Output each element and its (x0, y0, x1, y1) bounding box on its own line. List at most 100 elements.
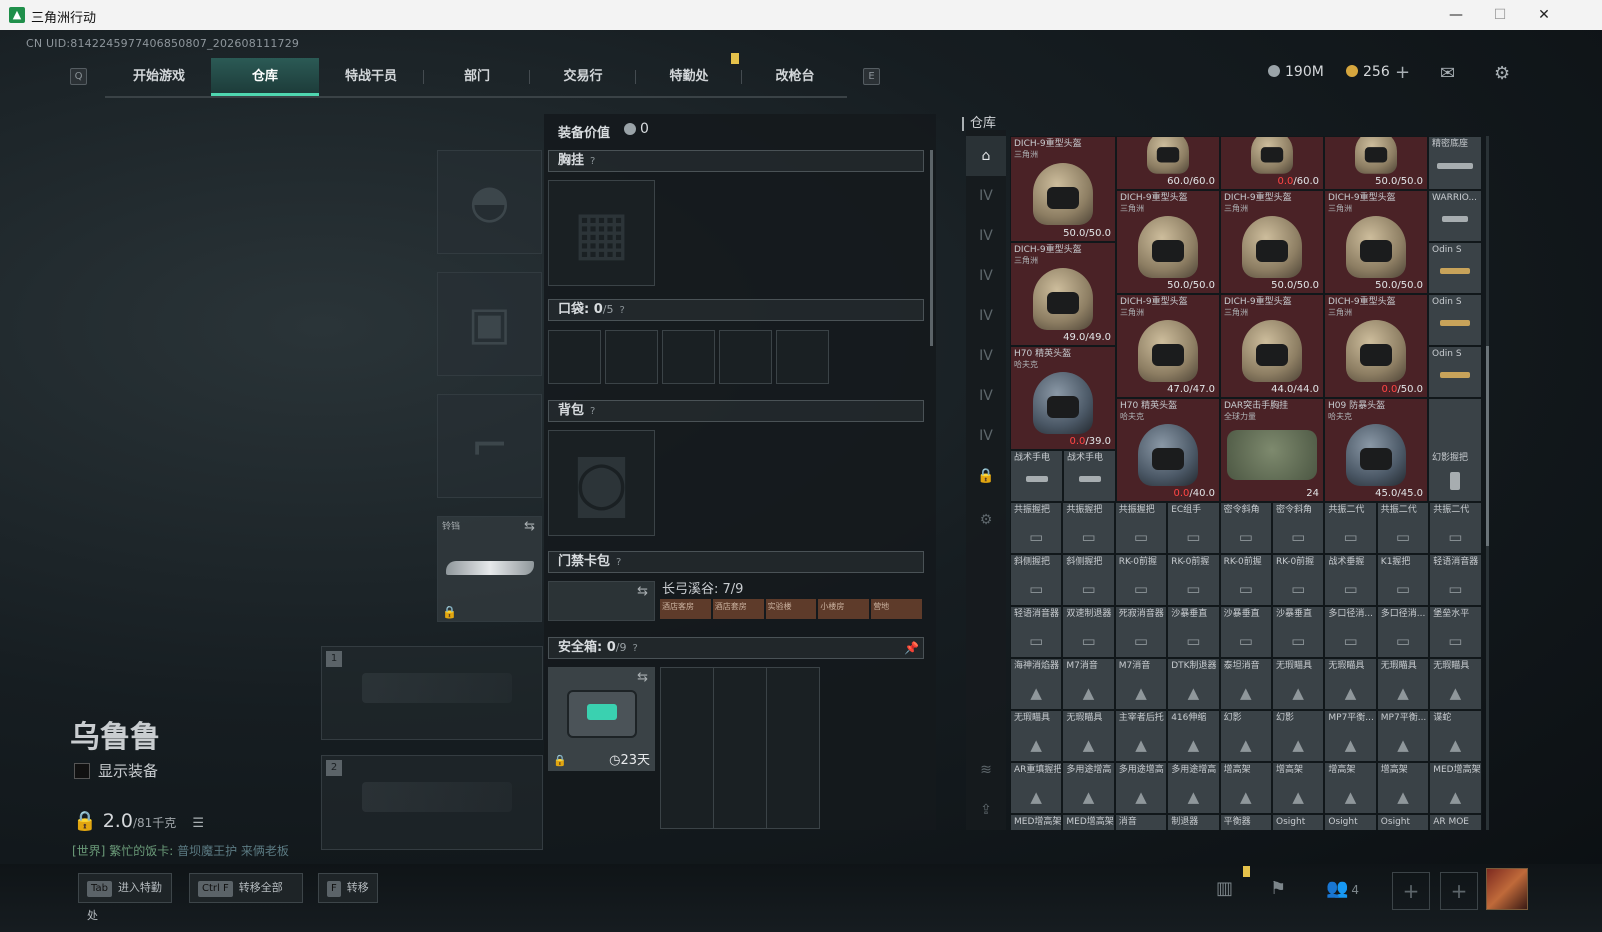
inventory-item-attachment[interactable]: 精密底座 (1428, 136, 1482, 190)
equipment-scrollbar[interactable] (930, 150, 933, 346)
keycard-tag[interactable]: 酒店套房 (712, 599, 764, 619)
inventory-item-helmet[interactable]: 50.0/50.0 (1324, 136, 1428, 190)
inventory-item-attachment[interactable]: 416伸缩 ▲ (1167, 710, 1220, 762)
inventory-item-attachment[interactable]: 平衡器▲ (1219, 814, 1272, 830)
inventory-item-attachment[interactable]: 无瑕瞄具 ▲ (1010, 710, 1063, 762)
chest-rig-slot[interactable]: ▦ (548, 180, 655, 286)
inventory-item-attachment[interactable]: 泰坦消音 ▲ (1219, 658, 1272, 710)
pistol-slot[interactable]: ⌐ (437, 394, 542, 498)
inventory-item-attachment[interactable]: 多用途增高 ▲ (1114, 762, 1168, 814)
inventory-item-attachment[interactable]: EC组手 ▭ (1167, 502, 1220, 554)
inventory-item-attachment[interactable]: 共振二代 ▭ (1429, 502, 1482, 554)
inventory-item-attachment[interactable]: Osight▲ (1272, 814, 1325, 830)
inventory-item-attachment[interactable]: 战术垂握 ▭ (1324, 554, 1377, 606)
inventory-item-attachment[interactable]: 共振二代 ▭ (1376, 502, 1430, 554)
tab-gunsmith[interactable]: 改枪台 (741, 58, 849, 96)
inventory-item-grip[interactable]: 幻影握把 (1428, 398, 1482, 502)
category-tab-icon[interactable]: IV (966, 376, 1006, 416)
helmet-slot[interactable]: ◓ (437, 150, 542, 254)
inventory-item-attachment[interactable]: 增高架 ▲ (1272, 762, 1325, 814)
settings-gear-icon[interactable]: ⚙ (1494, 63, 1510, 84)
pocket-slot[interactable] (719, 330, 772, 384)
close-button[interactable]: ✕ (1524, 4, 1564, 26)
swap-icon[interactable]: ⇆ (637, 670, 648, 685)
inventory-item-attachment[interactable]: 轻语消音器 ▭ (1010, 606, 1063, 658)
inventory-item-attachment[interactable]: AR重填握把 ▲ (1010, 762, 1063, 814)
inventory-item-helmet[interactable]: H70 精英头盔 哈夫克 0.0/40.0 (1116, 398, 1220, 502)
inventory-item-attachment[interactable]: M7消音 ▲ (1114, 658, 1168, 710)
inventory-item-helmet[interactable]: H70 精英头盔 哈夫克 0.0/39.0 (1010, 346, 1116, 450)
inventory-item-attachment[interactable]: 共振握把 ▭ (1010, 502, 1063, 554)
inventory-item-attachment[interactable]: 共振握把 ▭ (1114, 502, 1168, 554)
pocket-slot[interactable] (662, 330, 715, 384)
backpack-slot[interactable]: ◙ (548, 430, 655, 536)
inventory-item-attachment[interactable]: 多口径消... ▭ (1324, 606, 1377, 658)
inventory-item-attachment[interactable]: MP7平衡... ▲ (1376, 710, 1430, 762)
keycard-tag[interactable]: 小楼房 (818, 599, 870, 619)
inventory-item-scope[interactable]: Odin S (1428, 346, 1482, 398)
inventory-item-helmet[interactable]: DICH-9重型头盔 三角洲 50.0/50.0 (1324, 190, 1428, 294)
inventory-item-attachment[interactable]: Osight▲ (1376, 814, 1430, 830)
inventory-item-attachment[interactable]: RK-0前握 ▭ (1167, 554, 1220, 606)
inventory-item-helmet[interactable]: DICH-9重型头盔 三角洲 44.0/44.0 (1220, 294, 1324, 398)
keycard-case-slot[interactable]: ⇆ (548, 581, 655, 621)
pocket-slot[interactable] (605, 330, 658, 384)
inventory-item-attachment[interactable]: 主宰者后托 ▲ (1114, 710, 1168, 762)
friends-icon[interactable]: 👥 4 (1326, 878, 1359, 899)
inventory-item-attachment[interactable]: 无瑕瞄具 ▲ (1062, 710, 1115, 762)
inventory-item-attachment[interactable]: 幻影 ▲ (1272, 710, 1325, 762)
inventory-item-attachment[interactable]: 轻语消音器 ▭ (1429, 554, 1482, 606)
add-coin-button[interactable]: + (1395, 62, 1410, 83)
inventory-item-attachment[interactable]: 沙暴垂直 ▭ (1219, 606, 1272, 658)
upload-icon[interactable]: ⇪ (966, 790, 1006, 830)
category-tab-icon[interactable]: IV (966, 176, 1006, 216)
inventory-item-helmet[interactable]: DICH-9重型头盔 三角洲 49.0/49.0 (1010, 242, 1116, 346)
inventory-item-attachment[interactable]: 无瑕瞄具 ▲ (1376, 658, 1430, 710)
category-tab-icon[interactable]: IV (966, 216, 1006, 256)
inventory-item-attachment[interactable]: 谍蛇 ▲ (1429, 710, 1482, 762)
inventory-item-attachment[interactable]: 幻影 ▲ (1219, 710, 1272, 762)
inventory-item-attachment[interactable]: 制退器▲ (1167, 814, 1220, 830)
checkbox[interactable] (74, 763, 90, 779)
inventory-item-attachment[interactable]: 无瑕瞄具 ▲ (1324, 658, 1377, 710)
inventory-item-attachment[interactable]: DTK制退器 ▲ (1167, 658, 1220, 710)
lock-icon[interactable]: 🔒 (966, 456, 1006, 496)
tab-special-ops[interactable]: 特勤处 (635, 58, 743, 96)
transfer-all-button[interactable]: Ctrl F 转移全部 (189, 873, 303, 903)
inventory-item-attachment[interactable]: 无瑕瞄具 ▲ (1429, 658, 1482, 710)
tab-department[interactable]: 部门 (423, 58, 531, 96)
inventory-item-attachment[interactable]: MED增高架▲ (1062, 814, 1115, 830)
party-slot-add-icon[interactable]: + (1440, 872, 1478, 910)
inventory-item-attachment[interactable]: RK-0前握 ▭ (1272, 554, 1325, 606)
armor-slot[interactable]: ▣ (437, 272, 542, 376)
flag-icon[interactable]: ⚑ (1270, 878, 1286, 899)
inventory-item-attachment[interactable]: 增高架 ▲ (1219, 762, 1272, 814)
inventory-item-helmet[interactable]: 0.0/60.0 (1220, 136, 1324, 190)
show-equipment-toggle[interactable]: 显示装备 (74, 760, 158, 781)
inventory-item-attachment[interactable]: MED增高架▲ (1429, 762, 1482, 814)
inventory-item-attachment[interactable]: 共振二代 ▭ (1324, 502, 1377, 554)
avatar[interactable] (1486, 868, 1528, 910)
inventory-item-scope[interactable]: Odin S (1428, 242, 1482, 294)
inventory-item-attachment[interactable]: 沙暴垂直 ▭ (1167, 606, 1220, 658)
list-icon[interactable]: ☰ (192, 816, 204, 831)
inventory-item-helmet[interactable]: DICH-9重型头盔 三角洲 0.0/50.0 (1324, 294, 1428, 398)
inventory-item-scope[interactable]: WARRIO... (1428, 190, 1482, 242)
inventory-item-attachment[interactable]: 沙暴垂直 ▭ (1272, 606, 1325, 658)
secondary-weapon-slot[interactable]: 2 (321, 755, 543, 850)
inventory-item-chest-rig[interactable]: DAR突击手胸挂 全球力量 24 (1220, 398, 1324, 502)
swap-icon[interactable]: ⇆ (524, 519, 535, 534)
swap-icon[interactable]: ⇆ (637, 584, 648, 599)
tab-operators[interactable]: 特战干员 (317, 58, 425, 96)
inventory-item-flashlight[interactable]: 战术手电 (1063, 450, 1116, 502)
pin-icon[interactable]: 📌 (904, 638, 919, 658)
inventory-item-helmet[interactable]: H09 防暴头盔 哈夫克 45.0/45.0 (1324, 398, 1428, 502)
inventory-item-helmet[interactable]: DICH-9重型头盔 三角洲 50.0/50.0 (1220, 190, 1324, 294)
pocket-slot[interactable] (548, 330, 601, 384)
safebox-item[interactable]: ⇆ 🔒 ◷23天 (548, 667, 655, 771)
enter-special-ops-button[interactable]: Tab 进入特勤处 (78, 873, 172, 922)
tab-start-game[interactable]: 开始游戏 (105, 58, 213, 96)
help-icon[interactable]: ? (616, 557, 621, 568)
category-tab-icon[interactable]: IV (966, 256, 1006, 296)
inventory-item-attachment[interactable]: MED增高架▲ (1010, 814, 1063, 830)
